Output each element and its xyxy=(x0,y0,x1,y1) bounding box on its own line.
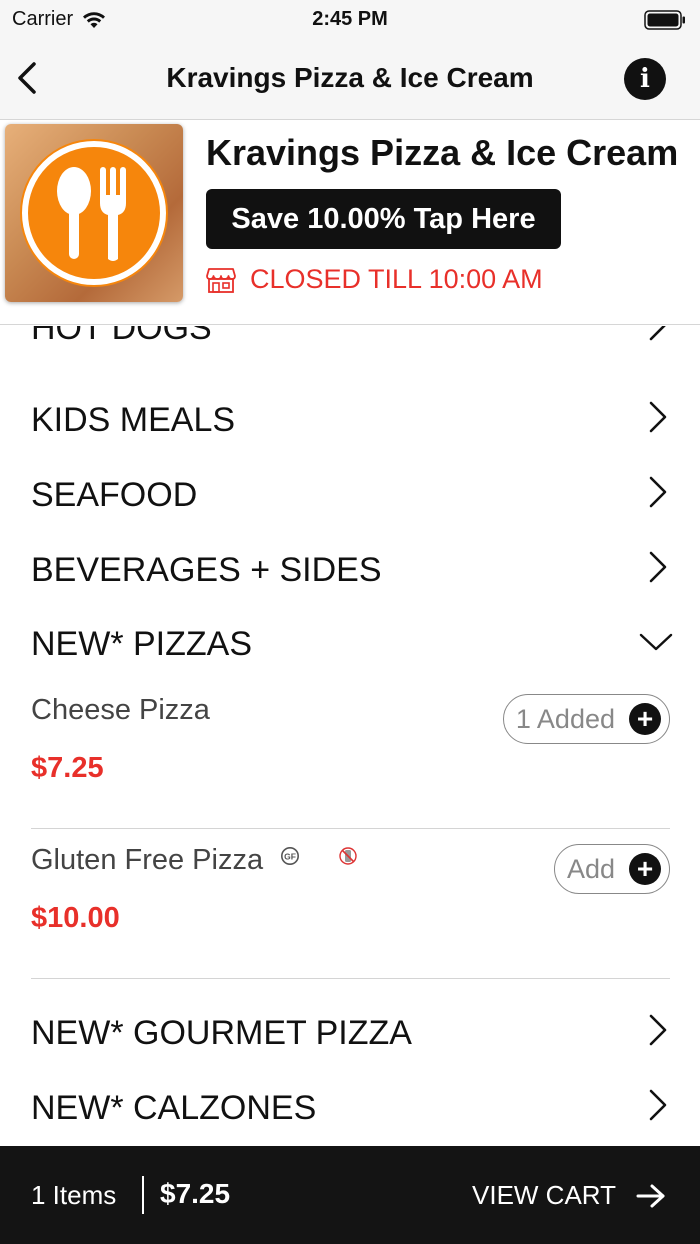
chevron-right-icon xyxy=(649,401,667,433)
chevron-right-icon xyxy=(649,1014,667,1046)
add-button-label: 1 Added xyxy=(515,703,615,734)
battery-icon xyxy=(644,10,685,30)
category-hot-dogs[interactable]: HOT DOGS xyxy=(0,326,700,363)
view-cart-label: VIEW CART xyxy=(472,1180,616,1210)
cart-separator xyxy=(142,1176,144,1214)
status-bar: Carrier 2:45 PM xyxy=(0,0,700,40)
menu-item-cheese-pizza[interactable]: Cheese Pizza $7.25 1 Added + xyxy=(0,694,700,844)
no-dairy-icon xyxy=(339,846,357,865)
category-label: NEW* PIZZAS xyxy=(31,625,253,663)
cart-total: $7.25 xyxy=(160,1178,231,1209)
chevron-right-icon xyxy=(649,551,667,583)
category-beverages-sides[interactable]: BEVERAGES + SIDES xyxy=(0,531,700,605)
menu-item-gluten-free-pizza[interactable]: Gluten Free Pizza GF $10.00 Add + xyxy=(0,844,700,994)
item-price: $10.00 xyxy=(31,902,120,934)
category-new-pizzas[interactable]: NEW* PIZZAS xyxy=(0,605,700,679)
back-chevron-icon[interactable] xyxy=(10,58,46,98)
status-text: CLOSED TILL 10:00 AM xyxy=(250,264,543,294)
category-seafood[interactable]: SEAFOOD xyxy=(0,456,700,530)
info-icon[interactable]: i xyxy=(624,58,666,100)
nav-title: Kravings Pizza & Ice Cream xyxy=(166,62,534,93)
open-status: CLOSED TILL 10:00 AM xyxy=(206,264,543,295)
gluten-free-icon: GF xyxy=(281,846,300,865)
chevron-right-icon xyxy=(649,476,667,508)
arrow-right-icon xyxy=(636,1184,665,1207)
category-label: HOT DOGS xyxy=(31,326,212,347)
plus-icon: + xyxy=(629,703,661,735)
item-divider xyxy=(31,978,670,979)
category-label: SEAFOOD xyxy=(31,476,198,514)
navigation-bar: Kravings Pizza & Ice Cream i xyxy=(0,40,700,120)
item-name: Cheese Pizza xyxy=(31,694,210,727)
chevron-right-icon xyxy=(649,1089,667,1121)
cart-item-count: 1 Items xyxy=(31,1180,117,1210)
category-label: BEVERAGES + SIDES xyxy=(31,551,382,589)
category-label: NEW* CALZONES xyxy=(31,1089,317,1127)
status-time: 2:45 PM xyxy=(312,8,388,30)
added-button[interactable]: 1 Added + xyxy=(502,694,670,744)
svg-text:GF: GF xyxy=(284,851,296,861)
restaurant-header: Kravings Pizza & Ice Cream Save 10.00% T… xyxy=(0,120,700,325)
add-button[interactable]: Add + xyxy=(553,844,670,894)
promo-button[interactable]: Save 10.00% Tap Here xyxy=(206,189,561,249)
menu-list[interactable]: HOT DOGS KIDS MEALS SEAFOOD BEVERAGES + … xyxy=(0,326,700,1146)
restaurant-name: Kravings Pizza & Ice Cream xyxy=(206,132,679,173)
category-new-gourmet-pizza[interactable]: NEW* GOURMET PIZZA xyxy=(0,994,700,1068)
restaurant-logo xyxy=(5,124,183,302)
category-label: NEW* GOURMET PIZZA xyxy=(31,1014,412,1052)
store-icon xyxy=(206,267,236,293)
cart-bar[interactable]: 1 Items $7.25 VIEW CART xyxy=(0,1146,700,1244)
plus-icon: + xyxy=(629,853,661,885)
chevron-right-icon xyxy=(649,326,666,341)
item-price: $7.25 xyxy=(31,752,104,784)
item-name-text: Cheese Pizza xyxy=(31,694,210,726)
chevron-down-icon xyxy=(639,633,673,651)
category-kids-meals[interactable]: KIDS MEALS xyxy=(0,381,700,455)
spoon-fork-icon xyxy=(57,167,126,261)
view-cart-button[interactable]: VIEW CART xyxy=(472,1180,666,1211)
item-divider xyxy=(31,828,670,829)
item-name: Gluten Free Pizza GF xyxy=(31,844,357,877)
category-new-calzones[interactable]: NEW* CALZONES xyxy=(0,1069,700,1143)
category-label: KIDS MEALS xyxy=(31,401,236,439)
item-name-text: Gluten Free Pizza xyxy=(31,844,264,876)
logo-badge xyxy=(22,141,166,285)
add-button-label: Add xyxy=(566,853,615,884)
